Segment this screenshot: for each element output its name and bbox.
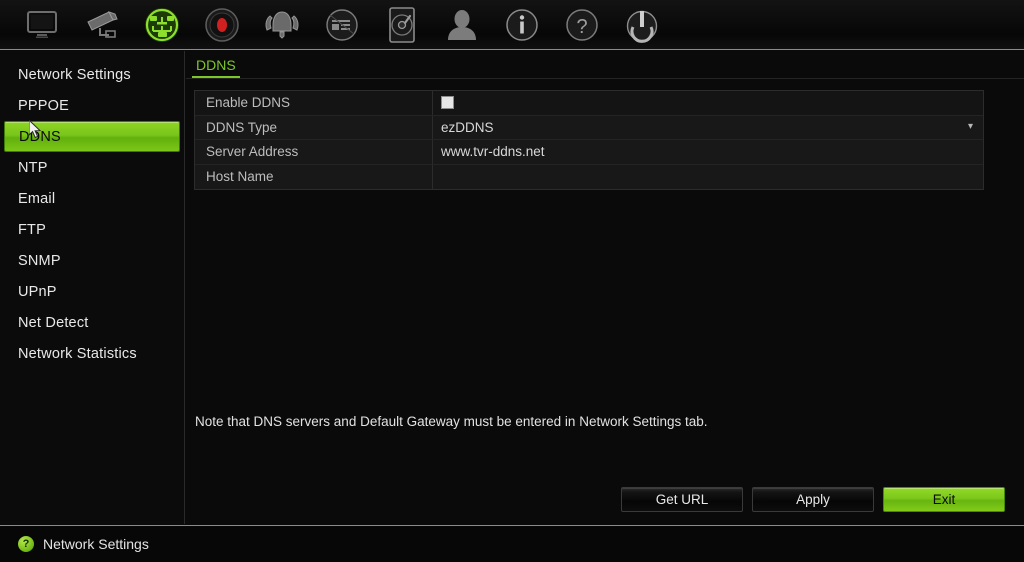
- row-label: Enable DDNS: [195, 91, 433, 115]
- tab-bar: DDNS: [186, 51, 1024, 79]
- sidebar-item-label: Email: [18, 190, 56, 207]
- table-row-host-name: Host Name: [195, 164, 983, 190]
- sidebar-item-network-settings[interactable]: Network Settings: [4, 59, 180, 90]
- row-value: [433, 91, 983, 115]
- user-icon[interactable]: [432, 1, 492, 49]
- sidebar-item-network-statistics[interactable]: Network Statistics: [4, 338, 180, 369]
- ddns-settings-window: ? Network Settings PPPOE DDNS NTP Email …: [0, 0, 1024, 562]
- info-icon[interactable]: [492, 1, 552, 49]
- sidebar-item-net-detect[interactable]: Net Detect: [4, 307, 180, 338]
- sidebar-item-pppoe[interactable]: PPPOE: [4, 90, 180, 121]
- alarm-icon[interactable]: [252, 1, 312, 49]
- ddns-type-select[interactable]: ezDDNS ▾: [433, 116, 983, 140]
- form-note: Note that DNS servers and Default Gatewa…: [195, 414, 708, 429]
- help-icon[interactable]: ?: [552, 1, 612, 49]
- host-name-input[interactable]: [433, 165, 983, 190]
- sidebar-item-label: NTP: [18, 159, 48, 176]
- enable-ddns-checkbox[interactable]: [441, 96, 454, 110]
- row-label: Server Address: [195, 140, 433, 164]
- sidebar-item-label: DDNS: [19, 128, 61, 145]
- ddns-settings-form: Enable DDNS DDNS Type ezDDNS ▾ Server Ad…: [194, 90, 984, 190]
- table-row-ddns-type: DDNS Type ezDDNS ▾: [195, 115, 983, 140]
- record-icon[interactable]: [192, 1, 252, 49]
- sidebar-item-email[interactable]: Email: [4, 183, 180, 214]
- network-icon[interactable]: [132, 1, 192, 49]
- sidebar-item-upnp[interactable]: UPnP: [4, 276, 180, 307]
- sidebar-item-ddns[interactable]: DDNS: [4, 121, 180, 152]
- camera-icon[interactable]: [72, 1, 132, 49]
- tab-ddns[interactable]: DDNS: [192, 57, 240, 78]
- content-panel: DDNS Enable DDNS DDNS Type ezDDNS ▾ Serv…: [186, 51, 1024, 524]
- sidebar-item-snmp[interactable]: SNMP: [4, 245, 180, 276]
- help-circle-icon[interactable]: ?: [18, 536, 34, 552]
- sidebar-item-label: FTP: [18, 221, 46, 238]
- table-row-server-address: Server Address www.tvr-ddns.net: [195, 140, 983, 165]
- main-toolbar: ?: [0, 0, 1024, 50]
- server-address-value: www.tvr-ddns.net: [441, 144, 545, 160]
- sidebar-item-label: Net Detect: [18, 314, 89, 331]
- status-bar-text: Network Settings: [43, 536, 149, 552]
- row-label: Host Name: [195, 164, 433, 189]
- apply-button[interactable]: Apply: [752, 487, 874, 512]
- get-url-button[interactable]: Get URL: [621, 487, 743, 512]
- sidebar-item-ftp[interactable]: FTP: [4, 214, 180, 245]
- settings-sidebar: Network Settings PPPOE DDNS NTP Email FT…: [0, 51, 185, 524]
- chevron-down-icon[interactable]: ▾: [968, 122, 973, 132]
- power-icon[interactable]: [612, 1, 672, 49]
- sidebar-item-label: Network Settings: [18, 66, 131, 83]
- display-icon[interactable]: [12, 1, 72, 49]
- device-icon[interactable]: [312, 1, 372, 49]
- sidebar-item-label: SNMP: [18, 252, 61, 269]
- hdd-icon[interactable]: [372, 1, 432, 49]
- server-address-input[interactable]: www.tvr-ddns.net: [433, 140, 983, 164]
- sidebar-item-label: PPPOE: [18, 97, 69, 114]
- row-label: DDNS Type: [195, 115, 433, 139]
- status-bar: ? Network Settings: [0, 525, 1024, 562]
- sidebar-item-ntp[interactable]: NTP: [4, 152, 180, 183]
- sidebar-item-label: Network Statistics: [18, 345, 137, 362]
- table-row-enable-ddns: Enable DDNS: [195, 91, 983, 116]
- sidebar-item-label: UPnP: [18, 283, 57, 300]
- ddns-type-value: ezDDNS: [441, 119, 494, 135]
- svg-text:?: ?: [576, 16, 587, 38]
- exit-button[interactable]: Exit: [883, 487, 1005, 512]
- action-buttons: Get URL Apply Exit: [621, 487, 1005, 512]
